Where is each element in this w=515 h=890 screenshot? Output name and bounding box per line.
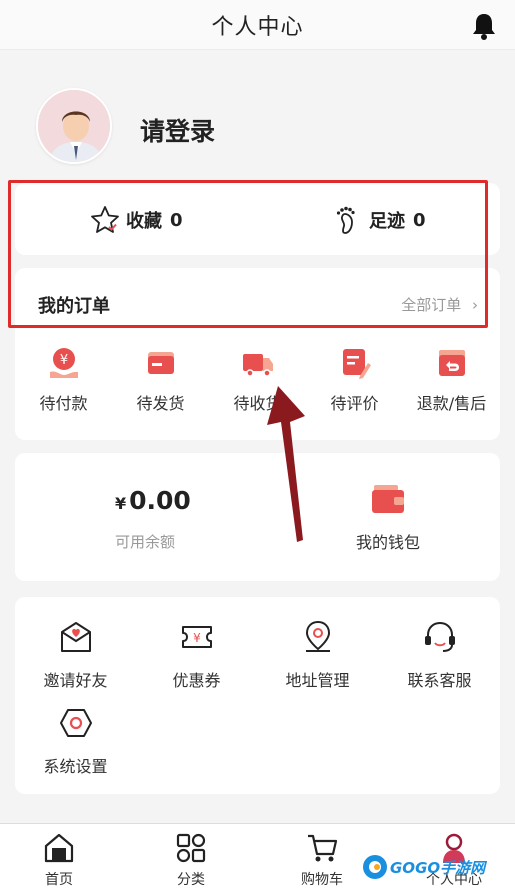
all-orders-label: 全部订单 (401, 296, 462, 314)
coupons-label: 优惠券 (172, 671, 221, 690)
svg-text:¥: ¥ (59, 353, 67, 368)
coupons-button[interactable]: ¥ 优惠券 (149, 619, 244, 691)
footprint-button[interactable]: 足迹 0 (335, 205, 426, 235)
coupon-icon: ¥ (181, 626, 212, 648)
customer-service-label: 联系客服 (407, 671, 472, 690)
tab-home[interactable]: 首页 (19, 832, 99, 889)
address-management-button[interactable]: 地址管理 (270, 619, 365, 691)
profile-section: 请登录 (0, 50, 515, 175)
svg-text:¥: ¥ (193, 631, 201, 645)
headset-icon (424, 621, 455, 652)
collect-label: 收藏 (126, 211, 162, 232)
invite-icon (60, 622, 91, 652)
bell-icon[interactable] (471, 12, 497, 40)
footprint-count: 0 (413, 209, 426, 231)
my-wallet-label: 我的钱包 (355, 533, 420, 552)
favorites-card: 收藏 0 足迹 0 (15, 183, 500, 255)
login-prompt[interactable]: 请登录 (140, 112, 215, 148)
currency-symbol: ¥ (115, 494, 127, 513)
my-wallet-button[interactable]: 我的钱包 (333, 483, 443, 553)
balance-label: 可用余额 (115, 533, 176, 551)
settings-icon (59, 709, 92, 737)
tab-home-label: 首页 (45, 872, 73, 888)
order-pending-shipment[interactable]: 待发货 (113, 346, 208, 426)
watermark-logo: GOGO手游网 (362, 852, 485, 882)
collect-button[interactable]: 收藏 0 (90, 205, 183, 235)
review-icon (342, 349, 371, 379)
payment-icon: ¥ (49, 348, 78, 378)
order-pending-review-label: 待评价 (330, 394, 379, 413)
footprint-label: 足迹 (369, 211, 405, 232)
collect-count: 0 (170, 209, 183, 231)
chevron-right-icon: › (472, 296, 478, 314)
truck-icon (242, 354, 273, 377)
orders-card: 我的订单 全部订单 › ¥ 待付款 待发货 待收货 待评价 退款/售后 (15, 268, 500, 440)
order-status-row: ¥ 待付款 待发货 待收货 待评价 退款/售后 (15, 346, 500, 426)
order-pending-payment-label: 待付款 (39, 394, 88, 413)
address-management-label: 地址管理 (285, 671, 350, 690)
order-pending-review[interactable]: 待评价 (307, 346, 402, 426)
order-refund-label: 退款/售后 (416, 394, 487, 413)
tab-category[interactable]: 分类 (151, 832, 231, 889)
category-icon (176, 833, 206, 863)
wallet-card: ¥0.00 可用余额 我的钱包 (15, 453, 500, 581)
order-pending-payment[interactable]: ¥ 待付款 (16, 346, 111, 426)
tab-cart[interactable]: 购物车 (282, 832, 362, 889)
order-pending-receipt-label: 待收货 (233, 394, 282, 413)
top-header: 个人中心 (0, 0, 515, 50)
order-pending-receipt[interactable]: 待收货 (210, 346, 305, 426)
orders-title: 我的订单 (38, 296, 110, 317)
tools-card: 邀请好友 ¥ 优惠券 地址管理 联系客服 系统设置 (15, 597, 500, 794)
balance-value: ¥0.00 (115, 486, 191, 515)
invite-friends-button[interactable]: 邀请好友 (28, 619, 123, 691)
card-icon (147, 352, 174, 374)
order-refund[interactable]: 退款/售后 (404, 346, 499, 426)
all-orders-link[interactable]: 全部订单 › (401, 294, 478, 315)
avatar-icon (38, 90, 110, 162)
customer-service-button[interactable]: 联系客服 (392, 619, 487, 691)
refund-icon (438, 350, 465, 376)
system-settings-label: 系统设置 (43, 757, 108, 776)
home-icon (44, 833, 74, 863)
system-settings-button[interactable]: 系统设置 (28, 705, 123, 777)
watermark-text: GOGO手游网 (390, 858, 486, 877)
user-avatar[interactable] (36, 88, 112, 164)
balance-amount: 0.00 (129, 486, 191, 515)
star-icon (91, 206, 119, 233)
tab-category-label: 分类 (177, 872, 205, 888)
order-pending-shipment-label: 待发货 (136, 394, 185, 413)
invite-friends-label: 邀请好友 (43, 671, 108, 690)
wallet-icon (372, 485, 404, 513)
tab-cart-label: 购物车 (301, 872, 343, 888)
footprint-icon (336, 206, 355, 234)
location-icon (305, 620, 330, 652)
page-title: 个人中心 (211, 14, 304, 40)
watermark-icon (363, 855, 387, 879)
cart-icon (308, 834, 338, 862)
